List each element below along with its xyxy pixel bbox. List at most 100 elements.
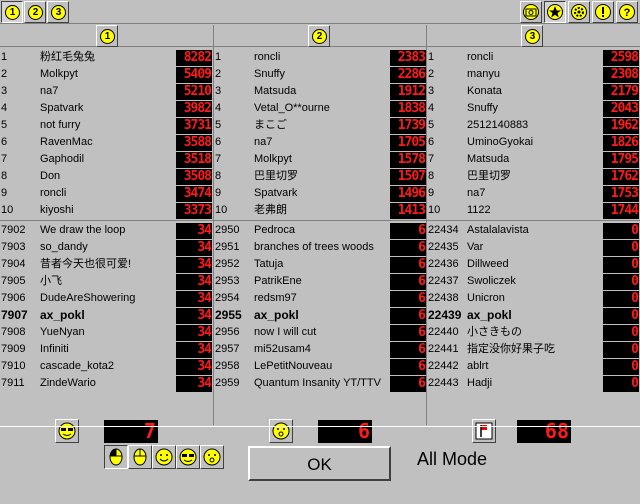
- leaderboard-rows: 1 roncli 2598 2 manyu 2308 3 Konata 2179 4 Snuffy 2…: [427, 49, 640, 392]
- top-score-row: 1 粉红毛兔兔 8282: [0, 49, 213, 66]
- mode-label: All Mode: [417, 449, 488, 469]
- player-name: Spatvark: [254, 187, 298, 199]
- rank: 8: [215, 170, 222, 182]
- rank: 22434: [428, 224, 459, 236]
- mode-mouse-left-button[interactable]: [104, 445, 128, 469]
- score-display: 0: [603, 342, 639, 358]
- score-display: 2598: [603, 50, 639, 66]
- top-score-row: 1 roncli 2598: [427, 49, 640, 66]
- info-icon: [595, 4, 611, 20]
- panel-header-number: 2: [312, 29, 327, 44]
- score-display: 34: [176, 308, 212, 324]
- mouse-icon: [133, 448, 147, 466]
- top-score-row: 9 roncli 3474: [0, 185, 213, 202]
- top-score-row: 2 manyu 2308: [427, 66, 640, 83]
- player-name: ax_pokl: [254, 308, 299, 322]
- rank: 7907: [1, 308, 28, 322]
- mode-surprised-button[interactable]: [200, 445, 224, 469]
- score-display: 3518: [176, 152, 212, 168]
- nearby-score-row: 7909 Infiniti 34: [0, 341, 213, 358]
- score-display: 1962: [603, 118, 639, 134]
- tab-3-button[interactable]: 3: [47, 1, 69, 23]
- top-score-row: 9 Spatvark 1496: [214, 185, 426, 202]
- player-name: Gaphodil: [40, 153, 85, 165]
- rank: 7905: [1, 275, 26, 287]
- panel-3-header-button[interactable]: 3: [521, 25, 543, 47]
- panel-1-header-button[interactable]: 1: [96, 25, 118, 47]
- nearby-score-row: 7906 DudeAreShowering 34: [0, 290, 213, 307]
- rank: 1: [215, 51, 222, 63]
- top-score-row: 4 Vetal_O**ourne 1838: [214, 100, 426, 117]
- score-display: 34: [176, 291, 212, 307]
- player-name: Molkpyt: [254, 153, 292, 165]
- rank: 7909: [1, 343, 26, 355]
- score-display: 0: [603, 359, 639, 375]
- current-player-row: 7907 ax_pokl 34: [0, 307, 213, 324]
- score-display: 0: [603, 291, 639, 307]
- nearby-score-row: 7905 小飞 34: [0, 273, 213, 290]
- player-name: 小飞: [40, 275, 62, 287]
- mode-smile-button[interactable]: [152, 445, 176, 469]
- player-name: na7: [40, 85, 59, 97]
- score-display: 6: [390, 240, 426, 256]
- top-score-row: 7 Gaphodil 3518: [0, 151, 213, 168]
- ok-button[interactable]: OK: [248, 446, 391, 481]
- player-name: 巴里切罗: [467, 170, 511, 182]
- panel-header-number: 1: [100, 29, 115, 44]
- bottom-bar: OK All Mode: [0, 426, 640, 504]
- player-name: mi52usam4: [254, 343, 311, 355]
- player-name: roncli: [254, 51, 281, 63]
- score-display: 34: [176, 257, 212, 273]
- rank: 9: [428, 187, 435, 199]
- top-score-row: 6 RavenMac 3588: [0, 134, 213, 151]
- rank: 2958: [215, 360, 240, 372]
- info-button[interactable]: [592, 1, 614, 23]
- settings-button[interactable]: [568, 1, 590, 23]
- score-display: 2286: [390, 67, 426, 83]
- tab-1-button[interactable]: 1: [1, 1, 23, 23]
- player-name: Pedroca: [254, 224, 295, 236]
- rank: 2955: [215, 308, 242, 322]
- star-button[interactable]: [544, 1, 566, 23]
- top-score-row: 2 Molkpyt 5409: [0, 66, 213, 83]
- score-display: 1795: [603, 152, 639, 168]
- rank: 7: [1, 153, 8, 165]
- top-score-row: 10 老弗朗 1413: [214, 202, 426, 219]
- score-display: 1413: [390, 203, 426, 219]
- top-score-row: 10 kiyoshi 3373: [0, 202, 213, 219]
- score-display: 1578: [390, 152, 426, 168]
- list-divider: [427, 220, 640, 221]
- tab-2-label: 2: [28, 5, 43, 20]
- mode-mouse-button[interactable]: [128, 445, 152, 469]
- top-score-row: 5 not furry 3731: [0, 117, 213, 134]
- panel-2-header-button[interactable]: 2: [308, 25, 330, 47]
- surprised-face-icon: [203, 448, 221, 466]
- player-name: PatrikEne: [254, 275, 302, 287]
- nearby-score-row: 22435 Var 0: [427, 239, 640, 256]
- player-name: ZindeWario: [40, 377, 96, 389]
- score-display: 5409: [176, 67, 212, 83]
- score-display: 6: [390, 308, 426, 324]
- panel-header: 2: [214, 25, 426, 47]
- camera-button[interactable]: [520, 1, 542, 23]
- score-display: 0: [603, 308, 639, 324]
- player-name: manyu: [467, 68, 501, 80]
- nearby-score-row: 7902 We draw the loop 34: [0, 222, 213, 239]
- score-display: 1838: [390, 101, 426, 117]
- score-display: 34: [176, 325, 212, 341]
- smile-face-icon: [155, 448, 173, 466]
- mode-cool-button[interactable]: [176, 445, 200, 469]
- help-button[interactable]: ?: [616, 1, 638, 23]
- score-display: 34: [176, 342, 212, 358]
- nearby-score-row: 22438 Unicron 0: [427, 290, 640, 307]
- score-display: 0: [603, 257, 639, 273]
- player-name: 老弗朗: [254, 204, 287, 216]
- panel-header: 1: [0, 25, 213, 47]
- rank: 7908: [1, 326, 26, 338]
- player-name: roncli: [467, 51, 494, 63]
- player-name: not furry: [40, 119, 81, 131]
- score-display: 1753: [603, 186, 639, 202]
- score-display: 2179: [603, 84, 639, 100]
- tab-2-button[interactable]: 2: [24, 1, 46, 23]
- rank: 22437: [428, 275, 459, 287]
